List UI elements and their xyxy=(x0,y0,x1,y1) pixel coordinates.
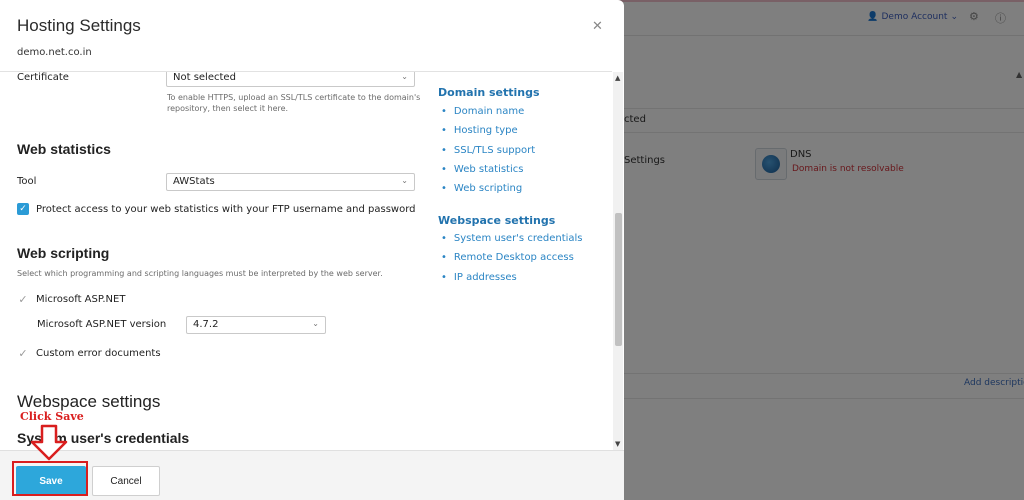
hosting-settings-dialog: Hosting Settings demo.net.co.in ✕ Certif… xyxy=(0,0,624,500)
toc-webspace-heading: Webspace settings xyxy=(438,214,556,227)
web-scripting-heading: Web scripting xyxy=(17,245,110,261)
protect-access-label: Protect access to your web statistics wi… xyxy=(36,204,416,215)
scroll-down-icon[interactable]: ▼ xyxy=(615,440,620,448)
close-icon[interactable]: ✕ xyxy=(592,19,603,34)
certificate-value: Not selected xyxy=(173,72,236,83)
protect-access-checkbox[interactable]: ✓ xyxy=(17,203,29,215)
tool-select[interactable]: AWStats ⌄ xyxy=(166,173,415,191)
certificate-hint: To enable HTTPS, upload an SSL/TLS certi… xyxy=(167,93,421,113)
webspace-settings-heading: Webspace settings xyxy=(17,392,161,411)
aspnet-version-select[interactable]: 4.7.2 ⌄ xyxy=(186,316,326,334)
dialog-subtitle: demo.net.co.in xyxy=(17,47,92,58)
chevron-down-icon: ⌄ xyxy=(401,176,408,185)
web-scripting-description: Select which programming and scripting l… xyxy=(17,269,383,278)
toc-item-system-user-credentials[interactable]: System user's credentials xyxy=(441,233,583,244)
tool-label: Tool xyxy=(17,176,37,187)
down-arrow-icon xyxy=(30,424,68,461)
chevron-down-icon: ⌄ xyxy=(401,72,408,81)
aspnet-checkbox[interactable]: ✓ xyxy=(17,293,29,306)
aspnet-version-value: 4.7.2 xyxy=(193,319,219,330)
toc-item-hosting-type[interactable]: Hosting type xyxy=(441,125,518,136)
tool-value: AWStats xyxy=(173,176,215,187)
toc-item-ssl-tls-support[interactable]: SSL/TLS support xyxy=(441,145,535,156)
toc-item-web-scripting[interactable]: Web scripting xyxy=(441,183,522,194)
custom-errors-label: Custom error documents xyxy=(36,348,161,359)
dialog-title: Hosting Settings xyxy=(17,16,141,35)
chevron-down-icon: ⌄ xyxy=(312,319,319,328)
cancel-button[interactable]: Cancel xyxy=(92,466,160,496)
toc-domain-heading: Domain settings xyxy=(438,86,540,99)
scrollbar-thumb[interactable] xyxy=(615,213,622,346)
scroll-up-icon[interactable]: ▲ xyxy=(615,74,620,82)
toc-item-ip-addresses[interactable]: IP addresses xyxy=(441,272,517,283)
web-statistics-heading: Web statistics xyxy=(17,141,111,157)
save-highlight-box xyxy=(12,461,88,496)
aspnet-label: Microsoft ASP.NET xyxy=(36,294,126,305)
custom-errors-checkbox[interactable]: ✓ xyxy=(17,347,29,360)
toc-item-web-statistics[interactable]: Web statistics xyxy=(441,164,524,175)
click-save-annotation: Click Save xyxy=(20,410,84,423)
certificate-label: Certificate xyxy=(17,72,69,83)
toc-item-remote-desktop-access[interactable]: Remote Desktop access xyxy=(441,252,574,263)
certificate-select[interactable]: Not selected ⌄ xyxy=(166,72,415,87)
toc-item-domain-name[interactable]: Domain name xyxy=(441,106,524,117)
aspnet-version-label: Microsoft ASP.NET version xyxy=(37,319,167,330)
